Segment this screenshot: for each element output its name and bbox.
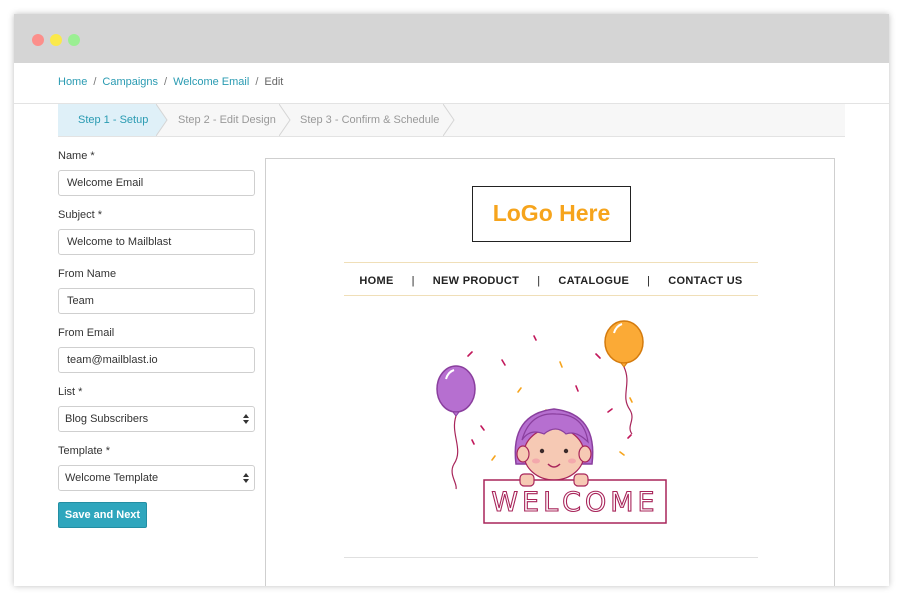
step-3-confirm-schedule[interactable]: Step 3 - Confirm & Schedule [280, 104, 448, 136]
email-nav: HOME | NEW PRODUCT | CATALOGUE | CONTACT… [344, 271, 758, 291]
from-email-label: From Email [58, 327, 115, 339]
save-and-next-button[interactable]: Save and Next [58, 502, 147, 528]
from-name-input[interactable]: Team [58, 288, 255, 314]
nav-top-divider [344, 262, 758, 263]
kid-icon [514, 408, 594, 481]
breadcrumb: Home / Campaigns / Welcome Email / Edit [58, 76, 283, 88]
breadcrumb-separator: / [93, 76, 97, 88]
title-bar [14, 14, 889, 63]
list-select[interactable]: Blog Subscribers [58, 406, 255, 432]
close-window-button[interactable] [32, 34, 44, 46]
nav-divider: | [647, 275, 651, 287]
breadcrumb-separator: / [255, 76, 259, 88]
logo-placeholder: LoGo Here [472, 186, 631, 242]
step-1-setup[interactable]: Step 1 - Setup [58, 104, 156, 136]
orange-balloon-icon [604, 320, 644, 435]
nav-bottom-divider [344, 295, 758, 296]
name-label: Name * [58, 150, 95, 162]
preview-bottom-divider [344, 557, 758, 558]
welcome-banner: WELCOME [483, 473, 667, 524]
name-input[interactable]: Welcome Email [58, 170, 255, 196]
breadcrumb-campaigns-link[interactable]: Campaigns [102, 76, 158, 88]
subject-input[interactable]: Welcome to Mailblast [58, 229, 255, 255]
breadcrumb-separator: / [164, 76, 168, 88]
email-nav-new-product[interactable]: NEW PRODUCT [431, 275, 521, 287]
list-select-value: Blog Subscribers [65, 413, 149, 425]
top-bar: Home / Campaigns / Welcome Email / Edit [14, 63, 889, 104]
welcome-illustration: WELCOME [436, 320, 667, 524]
step-label: Step 3 - Confirm & Schedule [300, 114, 440, 126]
maximize-window-button[interactable] [68, 34, 80, 46]
email-nav-contact-us[interactable]: CONTACT US [666, 275, 744, 287]
template-select[interactable]: Welcome Template [58, 465, 255, 491]
subject-label: Subject * [58, 209, 103, 221]
template-select-value: Welcome Template [65, 472, 159, 484]
select-arrows-icon [243, 473, 249, 483]
campaign-setup-form: Name * Welcome Email Subject * Welcome t… [58, 148, 255, 528]
from-email-input[interactable]: team@mailblast.io [58, 347, 255, 373]
minimize-window-button[interactable] [50, 34, 62, 46]
browser-window: Home / Campaigns / Welcome Email / Edit … [14, 14, 889, 586]
welcome-banner-text: WELCOME [491, 487, 658, 518]
step-label: Step 1 - Setup [78, 114, 149, 126]
breadcrumb-home-link[interactable]: Home [58, 76, 87, 88]
breadcrumb-current: Edit [264, 76, 284, 88]
step-progress-bar: Step 1 - Setup Step 2 - Edit Design Step… [58, 104, 845, 137]
from-name-label: From Name [58, 268, 117, 280]
breadcrumb-welcome-email-link[interactable]: Welcome Email [173, 76, 249, 88]
step-2-edit-design[interactable]: Step 2 - Edit Design [158, 104, 278, 136]
select-arrows-icon [243, 414, 249, 424]
purple-balloon-icon [436, 365, 476, 490]
main-content: Step 1 - Setup Step 2 - Edit Design Step… [14, 104, 889, 586]
email-preview: LoGo Here HOME | NEW PRODUCT | CATALOGUE… [265, 158, 835, 586]
step-label: Step 2 - Edit Design [178, 114, 276, 126]
email-nav-home[interactable]: HOME [357, 275, 395, 287]
template-label: Template * [58, 445, 110, 457]
nav-divider: | [537, 275, 541, 287]
email-nav-catalogue[interactable]: CATALOGUE [556, 275, 631, 287]
nav-divider: | [411, 275, 415, 287]
list-label: List * [58, 386, 83, 398]
step-chevron-icon [443, 104, 455, 136]
